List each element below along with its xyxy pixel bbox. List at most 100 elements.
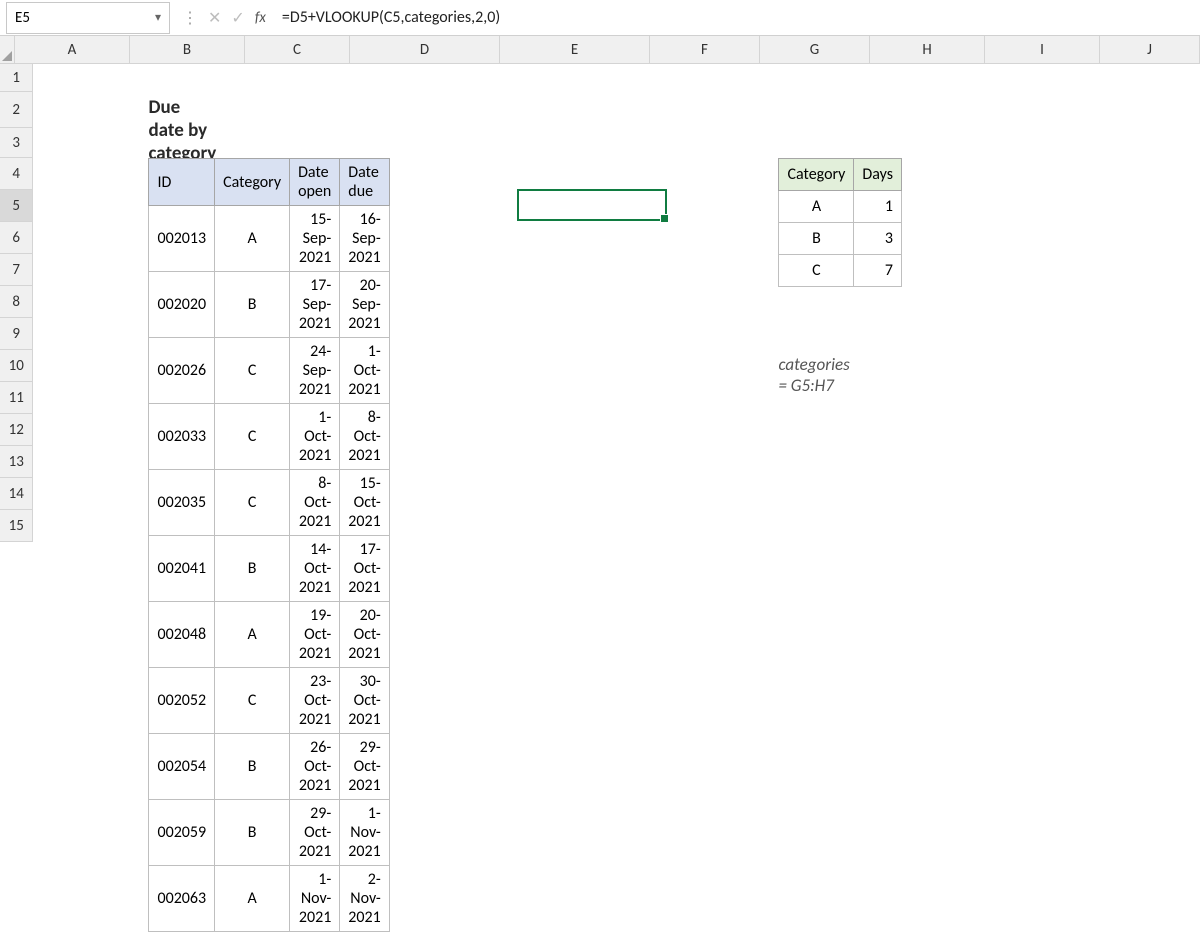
row-headers: 123456789101112131415 [0,64,33,542]
row-header-3[interactable]: 3 [0,128,33,158]
row-header-14[interactable]: 14 [0,478,33,510]
cell[interactable]: 14-Oct-2021 [290,536,340,602]
row-header-10[interactable]: 10 [0,350,33,382]
col-header-C[interactable]: C [245,36,350,64]
cell[interactable]: B [779,223,854,255]
cell[interactable]: A [215,206,290,272]
col-header-J[interactable]: J [1100,36,1200,64]
row-header-11[interactable]: 11 [0,382,33,414]
cell[interactable]: 002041 [149,536,215,602]
table-row: C7 [779,255,902,287]
col-header-G[interactable]: G [760,36,870,64]
cell[interactable]: 002052 [149,668,215,734]
cell[interactable]: B [215,536,290,602]
formula-bar: E5 ▾ ⋮ ✕ ✓ fx =D5+VLOOKUP(C5,categories,… [0,0,1200,36]
cell[interactable]: A [215,866,290,932]
table-row: 002054B26-Oct-202129-Oct-2021 [149,734,389,800]
cell[interactable]: 24-Sep-2021 [290,338,340,404]
row-header-2[interactable]: 2 [0,92,33,128]
main-table: IDCategoryDate openDate due002013A15-Sep… [148,158,389,932]
col-header-E[interactable]: E [500,36,650,64]
cell[interactable]: 20-Oct-2021 [340,602,389,668]
row-header-1[interactable]: 1 [0,64,33,92]
cell[interactable]: 15-Sep-2021 [290,206,340,272]
grid[interactable]: Due date by categoryIDCategoryDate openD… [33,64,1200,542]
row-header-13[interactable]: 13 [0,446,33,478]
lookup-header-1[interactable]: Days [854,159,902,191]
cell[interactable]: 1 [854,191,902,223]
fx-icon[interactable]: fx [255,9,266,27]
cell[interactable]: 17-Oct-2021 [340,536,389,602]
confirm-icon[interactable]: ✓ [231,8,244,28]
cell[interactable]: 002054 [149,734,215,800]
cell[interactable]: 20-Sep-2021 [340,272,389,338]
cell[interactable]: 29-Oct-2021 [340,734,389,800]
formula-input[interactable]: =D5+VLOOKUP(C5,categories,2,0) [274,0,1200,35]
cell[interactable]: C [215,668,290,734]
row-header-6[interactable]: 6 [0,222,33,254]
col-header-H[interactable]: H [870,36,985,64]
col-header-I[interactable]: I [985,36,1100,64]
cancel-icon[interactable]: ✕ [208,8,221,28]
row-header-5[interactable]: 5 [0,190,33,222]
cell[interactable]: C [215,404,290,470]
cell[interactable]: 1-Nov-2021 [340,800,389,866]
cell[interactable]: 8-Oct-2021 [290,470,340,536]
cell[interactable]: 002048 [149,602,215,668]
name-box-value: E5 [15,9,30,27]
row-header-4[interactable]: 4 [0,158,33,190]
cell[interactable]: 002063 [149,866,215,932]
cell[interactable]: B [215,800,290,866]
cell[interactable]: C [779,255,854,287]
cell[interactable]: C [215,338,290,404]
cell[interactable]: 002013 [149,206,215,272]
cell[interactable]: 29-Oct-2021 [290,800,340,866]
table-row: 002059B29-Oct-20211-Nov-2021 [149,800,389,866]
cell[interactable]: 1-Nov-2021 [290,866,340,932]
cell[interactable]: 002035 [149,470,215,536]
row-header-15[interactable]: 15 [0,510,33,542]
cell[interactable]: 16-Sep-2021 [340,206,389,272]
cell[interactable]: 1-Oct-2021 [290,404,340,470]
col-header-A[interactable]: A [15,36,130,64]
dots-icon[interactable]: ⋮ [182,8,198,28]
cell[interactable]: 002059 [149,800,215,866]
cell[interactable]: 8-Oct-2021 [340,404,389,470]
cell[interactable]: 7 [854,255,902,287]
table-row: B3 [779,223,902,255]
lookup-header-0[interactable]: Category [779,159,854,191]
select-all-corner[interactable] [0,36,15,64]
table-row: 002035C8-Oct-202115-Oct-2021 [149,470,389,536]
col-header-F[interactable]: F [650,36,760,64]
main-header-0[interactable]: ID [149,159,215,206]
row-header-9[interactable]: 9 [0,318,33,350]
cell[interactable]: 002026 [149,338,215,404]
cell[interactable]: B [215,272,290,338]
cell[interactable]: C [215,470,290,536]
cell[interactable]: 17-Sep-2021 [290,272,340,338]
name-box[interactable]: E5 ▾ [6,2,170,34]
cell[interactable]: 1-Oct-2021 [340,338,389,404]
main-header-1[interactable]: Category [215,159,290,206]
cell[interactable]: 3 [854,223,902,255]
cell[interactable]: 002020 [149,272,215,338]
cell[interactable]: 15-Oct-2021 [340,470,389,536]
main-header-2[interactable]: Date open [290,159,340,206]
table-row: 002026C24-Sep-20211-Oct-2021 [149,338,389,404]
cell[interactable]: 2-Nov-2021 [340,866,389,932]
cell[interactable]: 19-Oct-2021 [290,602,340,668]
cell[interactable]: 26-Oct-2021 [290,734,340,800]
cell[interactable]: 002033 [149,404,215,470]
cell[interactable]: 23-Oct-2021 [290,668,340,734]
cell[interactable]: A [779,191,854,223]
row-header-8[interactable]: 8 [0,286,33,318]
chevron-down-icon[interactable]: ▾ [155,10,161,25]
row-header-12[interactable]: 12 [0,414,33,446]
main-header-3[interactable]: Date due [340,159,389,206]
cell[interactable]: A [215,602,290,668]
col-header-B[interactable]: B [130,36,245,64]
cell[interactable]: 30-Oct-2021 [340,668,389,734]
row-header-7[interactable]: 7 [0,254,33,286]
cell[interactable]: B [215,734,290,800]
col-header-D[interactable]: D [350,36,500,64]
